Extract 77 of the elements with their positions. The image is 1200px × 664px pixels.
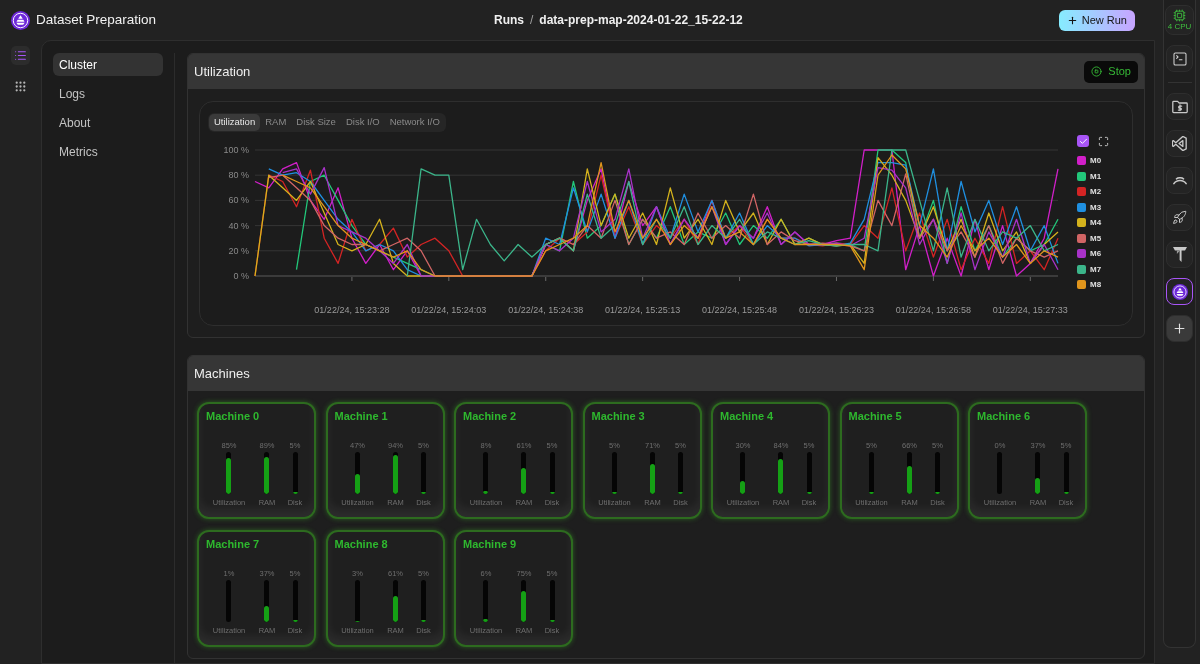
- code-editor-button[interactable]: [1166, 130, 1193, 157]
- axis-label: 01/22/24, 15:26:23: [798, 305, 874, 315]
- machine-name: Machine 3: [591, 409, 646, 423]
- terminal-button[interactable]: [1166, 45, 1193, 72]
- axis-label: 01/22/24, 15:24:38: [508, 305, 584, 315]
- add-button[interactable]: [1166, 315, 1193, 342]
- app-button[interactable]: [1166, 278, 1193, 305]
- new-run-button[interactable]: New Run: [1058, 9, 1135, 31]
- grid-icon: [14, 80, 27, 93]
- machine-name: Machine 8: [334, 537, 389, 551]
- nav-item[interactable]: Metrics: [53, 140, 163, 163]
- chart-tab[interactable]: Utilization: [209, 113, 261, 131]
- chart-tab[interactable]: Disk I/O: [340, 113, 385, 131]
- machine-name: Machine 1: [334, 409, 389, 423]
- axis-label: 01/22/24, 15:26:58: [895, 305, 971, 315]
- breadcrumb-current: data-prep-map-2024-01-22_15-22-12: [539, 12, 743, 29]
- rocket-icon: [1172, 210, 1187, 225]
- cpu-button[interactable]: 4 CPU: [1165, 5, 1194, 35]
- fullscreen-icon[interactable]: [1098, 135, 1109, 147]
- axis-label: 0 %: [233, 271, 249, 281]
- machine-name: Machine 0: [206, 409, 261, 423]
- legend-label: M6: [1090, 249, 1102, 258]
- arc-button[interactable]: [1166, 167, 1193, 194]
- folder-button[interactable]: [1166, 93, 1193, 120]
- app-logo-icon: [1171, 283, 1188, 300]
- axis-label: 01/22/24, 15:23:28: [314, 305, 390, 315]
- legend-label: M8: [1090, 280, 1102, 289]
- meter-track: [997, 452, 1003, 494]
- axis-label: 40 %: [228, 220, 249, 231]
- tree-logo-icon: [1172, 247, 1187, 262]
- chart-tab[interactable]: Disk Size: [291, 113, 341, 131]
- axis-label: 01/22/24, 15:25:13: [605, 305, 681, 315]
- plus-icon: [1172, 321, 1187, 336]
- machine-name: Machine 2: [463, 409, 518, 423]
- cpu-icon: [1173, 9, 1186, 22]
- machine-name: Machine 6: [977, 409, 1032, 423]
- machine-name: Machine 7: [206, 537, 261, 551]
- folder-icon: [1171, 99, 1188, 114]
- nav-item[interactable]: Cluster: [53, 53, 163, 76]
- app-title: Dataset Preparation: [36, 10, 157, 29]
- axis-label: 80 %: [228, 170, 249, 181]
- legend-label: M4: [1090, 218, 1102, 227]
- machine-name: Machine 9: [463, 537, 518, 551]
- axis-label: 01/22/24, 15:27:33: [992, 305, 1068, 315]
- legend-label: M1: [1090, 171, 1102, 181]
- code-editor-icon: [1172, 136, 1187, 151]
- terminal-icon: [1171, 50, 1188, 67]
- check-icon: [1078, 136, 1088, 146]
- axis-label: 01/22/24, 15:25:48: [702, 305, 778, 315]
- axis-label: 20 %: [228, 245, 249, 256]
- legend-label: M5: [1090, 233, 1102, 243]
- stop-button[interactable]: Stop: [1084, 60, 1138, 83]
- nav-item[interactable]: About: [53, 111, 163, 134]
- panel-title: Machines: [194, 364, 250, 383]
- legend-checkbox[interactable]: [1077, 135, 1089, 147]
- machine-name: Machine 4: [720, 409, 775, 423]
- axis-label: 100 %: [223, 145, 249, 155]
- breadcrumb-separator: /: [530, 12, 534, 29]
- chart-tab[interactable]: RAM: [260, 113, 292, 131]
- legend-label: M3: [1090, 202, 1102, 212]
- tree-button[interactable]: [1166, 241, 1193, 268]
- list-icon: [14, 49, 27, 62]
- axis-label: 01/22/24, 15:24:03: [411, 305, 487, 315]
- rocket-button[interactable]: [1166, 204, 1193, 231]
- chart-tab[interactable]: Network I/O: [384, 113, 445, 131]
- nav-item[interactable]: Logs: [53, 82, 163, 105]
- axis-label: 60 %: [228, 195, 249, 206]
- arc-icon: [1172, 176, 1187, 185]
- legend-label: M0: [1090, 156, 1102, 165]
- stop-icon: [1091, 66, 1103, 77]
- app-logo-icon: [11, 10, 30, 30]
- breadcrumb-link[interactable]: Runs: [494, 11, 524, 29]
- legend-label: M2: [1090, 187, 1102, 196]
- plus-icon: [1066, 14, 1078, 26]
- machine-name: Machine 5: [848, 409, 903, 423]
- panel-title: Utilization: [194, 62, 251, 81]
- legend-label: M7: [1090, 264, 1102, 274]
